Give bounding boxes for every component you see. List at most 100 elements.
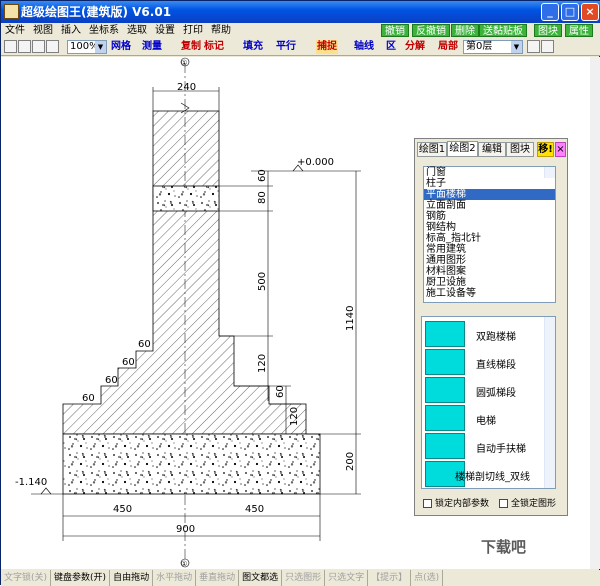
icon-label: 自动手扶梯 — [476, 444, 526, 455]
chevron-down-icon: ▼ — [95, 41, 106, 53]
watermark: 下载吧 — [481, 538, 527, 556]
minimize-button[interactable]: _ — [541, 3, 559, 21]
icon-item-elevator[interactable]: 电梯 — [425, 405, 545, 431]
status-text-lock[interactable]: 文字锁(关) — [1, 570, 52, 586]
checkbox-box — [499, 499, 508, 508]
panel-close-button[interactable]: × — [555, 142, 566, 157]
dim-right-5: 60 — [275, 385, 286, 398]
status-hint: 【提示】 — [368, 570, 412, 586]
status-select-graphics[interactable]: 只选图形 — [282, 570, 326, 586]
status-keyboard-params[interactable]: 键盘参数(开) — [51, 570, 111, 586]
menu-help[interactable]: 帮助 — [207, 23, 235, 38]
icon-scrollbar[interactable] — [544, 317, 555, 488]
status-free-drag[interactable]: 自由拖动 — [110, 570, 154, 586]
icon-item-escalator[interactable]: 自动手扶梯 — [425, 433, 545, 459]
menu-file[interactable]: 文件 — [1, 23, 29, 38]
menu-bar: 文件 视图 插入 坐标系 选取 设置 打印 帮助 撤销 反撤销 删除 送黏贴板 图块 属性 — [1, 23, 600, 38]
menu-print[interactable]: 打印 — [179, 23, 207, 38]
menu-select[interactable]: 选取 — [123, 23, 151, 38]
dim-right-6: 120 — [289, 407, 300, 426]
icon-item-arc-flight[interactable]: 圆弧梯段 — [425, 377, 545, 403]
new-file-icon[interactable] — [4, 40, 17, 53]
list-item[interactable]: 通用图形 — [424, 255, 555, 266]
tab-draw2[interactable]: 绘图2 — [447, 141, 478, 157]
menu-view[interactable]: 视图 — [29, 23, 57, 38]
tab-draw1[interactable]: 绘图1 — [417, 142, 447, 157]
clipboard-button[interactable]: 送黏贴板 — [479, 24, 527, 37]
list-item[interactable]: 平面楼梯 — [424, 189, 555, 200]
status-select-text[interactable]: 只选文字 — [325, 570, 369, 586]
status-vertical-drag[interactable]: 垂直拖动 — [196, 570, 240, 586]
close-button[interactable]: × — [581, 3, 599, 21]
block-button[interactable]: 图块 — [534, 24, 562, 37]
undo-icon[interactable] — [46, 40, 59, 53]
zoom-select[interactable]: 100% ▼ — [67, 40, 107, 54]
undo-button[interactable]: 撤销 — [381, 24, 409, 37]
icon-label: 直线梯段 — [476, 360, 516, 371]
grid-button[interactable]: 网格 — [111, 40, 131, 54]
menu-settings[interactable]: 设置 — [151, 23, 179, 38]
lock-all-checkbox[interactable]: 全锁定图形 — [499, 496, 556, 509]
escalator-icon — [425, 433, 465, 459]
double-stair-icon — [425, 321, 465, 347]
properties-button[interactable]: 属性 — [565, 24, 593, 37]
icon-label: 楼梯剖切线_双线 — [455, 472, 530, 483]
list-item[interactable]: 柱子 — [424, 178, 555, 189]
dim-bottom-right: 450 — [245, 504, 264, 515]
checkbox-label: 锁定内部参数 — [435, 499, 490, 509]
menu-insert[interactable]: 插入 — [57, 23, 85, 38]
dim-step-1: 60 — [138, 339, 151, 350]
local-button[interactable]: 局部 — [438, 40, 458, 54]
split-button[interactable]: 分解 — [405, 40, 425, 54]
area-button[interactable]: 区 — [386, 40, 396, 54]
list-item[interactable]: 立面剖面 — [424, 200, 555, 211]
measure-button[interactable]: 测量 — [142, 40, 162, 54]
list-item[interactable]: 厨卫设施 — [424, 277, 555, 288]
axis-label-bottom: ① — [181, 560, 187, 568]
status-bar: 文字锁(关) 键盘参数(开) 自由拖动 水平拖动 垂直拖动 图文都选 只选图形 只选文字 【提示… — [1, 570, 600, 586]
open-file-icon[interactable] — [18, 40, 31, 53]
snap-button[interactable]: 捕捉 — [316, 40, 338, 54]
dim-step-3: 60 — [105, 375, 118, 386]
status-horizontal-drag[interactable]: 水平拖动 — [153, 570, 197, 586]
tab-block[interactable]: 图块 — [506, 142, 534, 157]
fill-button[interactable]: 填充 — [243, 40, 263, 54]
category-list[interactable]: 门窗 柱子 平面楼梯 立面剖面 钢筋 钢结构 标高_指北针 常用建筑 通用图形 … — [423, 166, 556, 303]
toolbar: 100% ▼ 网格 测量 复制 标记 填充 平行 捕捉 轴线 区 分解 局部 第0… — [1, 38, 600, 56]
delete-button[interactable]: 删除 — [451, 24, 479, 37]
refresh-icon[interactable] — [527, 40, 540, 53]
parallel-button[interactable]: 平行 — [276, 40, 296, 54]
status-select-all[interactable]: 图文都选 — [239, 570, 283, 586]
list-item[interactable]: 材料图案 — [424, 266, 555, 277]
category-scrollbar[interactable] — [544, 167, 555, 178]
copy-button[interactable]: 复制 — [181, 40, 201, 54]
layer-select[interactable]: 第0层 ▼ — [463, 40, 523, 54]
list-item[interactable]: 标高_指北针 — [424, 233, 555, 244]
app-icon — [4, 4, 19, 19]
icon-item-stair-cut[interactable]: 楼梯剖切线_双线 — [425, 461, 545, 487]
canvas-scrollbar[interactable] — [590, 57, 600, 569]
lock-inner-checkbox[interactable]: 锁定内部参数 — [423, 496, 489, 509]
tab-edit[interactable]: 编辑 — [478, 142, 506, 157]
dim-step-2: 60 — [122, 357, 135, 368]
list-item[interactable]: 门窗 — [424, 167, 555, 178]
icon-item-double-stair[interactable]: 双跑楼梯 — [425, 321, 545, 347]
redo-button[interactable]: 反撤销 — [412, 24, 450, 37]
list-item[interactable]: 钢结构 — [424, 222, 555, 233]
tab-move[interactable]: 移! — [537, 142, 554, 157]
icon-label: 双跑楼梯 — [476, 332, 516, 343]
status-point: 点(选) — [411, 570, 444, 586]
mark-button[interactable]: 标记 — [204, 40, 224, 54]
axis-button[interactable]: 轴线 — [354, 40, 374, 54]
preview-icon[interactable] — [541, 40, 554, 53]
list-item[interactable]: 钢筋 — [424, 211, 555, 222]
save-icon[interactable] — [32, 40, 45, 53]
checkbox-box — [423, 499, 432, 508]
list-item[interactable]: 施工设备等 — [424, 288, 555, 299]
icon-list[interactable]: 双跑楼梯 直线梯段 圆弧梯段 电梯 自动手扶梯 楼梯剖切线_双线 — [421, 316, 556, 489]
maximize-button[interactable]: □ — [561, 3, 579, 21]
chevron-down-icon: ▼ — [511, 41, 522, 53]
menu-coordinate[interactable]: 坐标系 — [85, 23, 123, 38]
list-item[interactable]: 常用建筑 — [424, 244, 555, 255]
icon-item-straight-flight[interactable]: 直线梯段 — [425, 349, 545, 375]
